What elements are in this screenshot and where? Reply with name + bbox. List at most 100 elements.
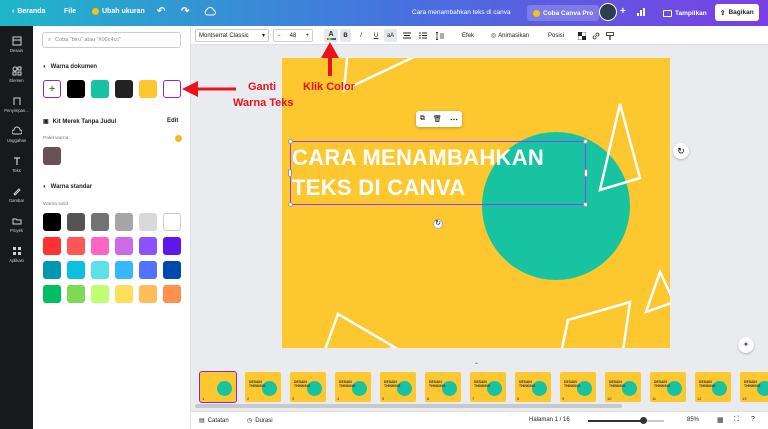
more-icon[interactable]: ⋯ xyxy=(450,115,458,124)
refresh-icon[interactable]: ↻ xyxy=(673,143,689,159)
color-swatch[interactable] xyxy=(139,213,157,231)
color-swatch[interactable] xyxy=(139,80,157,98)
assistant-icon[interactable]: ✦ xyxy=(738,337,754,353)
rail-item-brand[interactable]: Penyimpan... xyxy=(0,96,33,113)
page-thumbnail[interactable]: DESAIN THINKING 11 xyxy=(650,372,686,402)
undo-icon[interactable]: ↶ xyxy=(157,6,165,17)
duplicate-icon[interactable]: ⧉ xyxy=(420,115,425,123)
case-button[interactable]: aA xyxy=(384,29,397,42)
home-button[interactable]: ‹ Beranda xyxy=(12,8,45,15)
color-swatch[interactable] xyxy=(163,80,181,98)
white-triangle[interactable] xyxy=(560,300,632,348)
zoom-slider[interactable] xyxy=(588,417,664,424)
color-swatch[interactable] xyxy=(67,237,85,255)
document-title[interactable]: Cara menambahkan teks di canva xyxy=(412,9,511,16)
page-thumbnail[interactable]: DESAIN THINKING 5 xyxy=(380,372,416,402)
italic-button[interactable]: I xyxy=(356,29,366,42)
rail-item-elements[interactable]: Elemen xyxy=(0,66,33,83)
page-thumbnail[interactable]: DESAIN THINKING 4 xyxy=(335,372,371,402)
position-button[interactable]: Posisi xyxy=(545,29,567,42)
cloud-icon[interactable] xyxy=(204,7,216,16)
rail-item-projects[interactable]: Proyek xyxy=(0,216,33,233)
resize-handle[interactable] xyxy=(288,139,293,144)
effects-button[interactable]: Efek xyxy=(457,29,479,42)
text-color-button[interactable]: A xyxy=(324,29,338,42)
rail-item-draw[interactable]: Gambar xyxy=(0,186,33,203)
color-swatch[interactable] xyxy=(67,261,85,279)
underline-button[interactable]: U xyxy=(371,29,381,42)
share-button[interactable]: ⇪ Bagikan xyxy=(715,4,759,21)
brand-palette-swatch[interactable] xyxy=(43,147,61,165)
resize-handle[interactable] xyxy=(583,202,588,207)
color-swatch[interactable] xyxy=(67,213,85,231)
notes-button[interactable]: ▤ Catatan xyxy=(199,417,229,425)
color-swatch[interactable] xyxy=(91,213,109,231)
animate-button[interactable]: ◎ Animasikan xyxy=(485,29,535,42)
color-swatch[interactable] xyxy=(43,261,61,279)
page-thumbnail[interactable]: DESAIN THINKING 13 xyxy=(740,372,768,402)
page-indicator[interactable]: Halaman 1 / 16 xyxy=(529,417,570,423)
color-swatch[interactable] xyxy=(67,285,85,303)
color-swatch[interactable] xyxy=(163,261,181,279)
color-swatch[interactable] xyxy=(139,261,157,279)
color-swatch[interactable] xyxy=(115,261,133,279)
color-swatch[interactable] xyxy=(139,237,157,255)
grid-view-icon[interactable]: ▦ xyxy=(717,416,724,424)
color-search[interactable]: ⌕ Coba "biru" atau "#00c4cc" xyxy=(42,32,181,48)
color-swatch[interactable] xyxy=(139,285,157,303)
design-page[interactable]: CARA MENAMBAHKAN TEKS DI CANVA ↻ xyxy=(282,58,670,348)
chart-icon[interactable] xyxy=(636,7,646,17)
font-size-stepper[interactable]: − 48 + xyxy=(273,29,313,42)
page-thumbnail[interactable]: DESAIN THINKING 9 xyxy=(560,372,596,402)
redo-icon[interactable]: ↷ xyxy=(181,6,189,17)
page-thumbnail[interactable]: 1 xyxy=(199,371,237,403)
color-swatch[interactable] xyxy=(43,285,61,303)
transparency-icon[interactable] xyxy=(577,29,587,42)
color-swatch[interactable] xyxy=(115,237,133,255)
white-triangle[interactable] xyxy=(643,268,670,315)
page-thumbnail[interactable]: DESAIN THINKING 7 xyxy=(470,372,506,402)
add-color-button[interactable]: + xyxy=(43,80,61,98)
resize-button[interactable]: Ubah ukuran xyxy=(92,8,145,15)
file-menu[interactable]: File xyxy=(64,8,76,15)
color-swatch[interactable] xyxy=(91,237,109,255)
link-icon[interactable] xyxy=(591,29,601,42)
add-icon[interactable]: + xyxy=(620,6,626,17)
zoom-value[interactable]: 85% xyxy=(687,417,699,423)
page-thumbnail[interactable]: DESAIN THINKING 12 xyxy=(695,372,731,402)
filmstrip-scrollbar[interactable] xyxy=(195,404,622,408)
rotate-icon[interactable]: ↻ xyxy=(433,219,443,229)
resize-handle[interactable] xyxy=(288,202,293,207)
color-swatch[interactable] xyxy=(115,285,133,303)
color-swatch[interactable] xyxy=(115,80,133,98)
color-swatch[interactable] xyxy=(43,237,61,255)
duration-button[interactable]: ◷ Durasi xyxy=(247,417,273,425)
chevron-up-icon[interactable]: ⌃ xyxy=(474,362,479,369)
page-thumbnail[interactable]: DESAIN THINKING 2 xyxy=(245,372,281,402)
fullscreen-icon[interactable]: ⛶ xyxy=(734,416,739,424)
color-swatch[interactable] xyxy=(43,213,61,231)
rail-item-apps[interactable]: Aplikasi xyxy=(0,246,33,263)
color-swatch[interactable] xyxy=(67,80,85,98)
color-swatch[interactable] xyxy=(91,285,109,303)
bold-button[interactable]: B xyxy=(340,29,351,42)
page-thumbnail[interactable]: DESAIN THINKING 8 xyxy=(515,372,551,402)
format-painter-icon[interactable] xyxy=(605,29,615,42)
white-triangle[interactable] xyxy=(342,58,420,93)
resize-handle[interactable] xyxy=(288,169,292,177)
present-button[interactable]: Tampilkan xyxy=(658,5,712,21)
try-pro-button[interactable]: Coba Canva Pro xyxy=(527,5,600,21)
brand-edit-link[interactable]: Edit xyxy=(167,118,178,124)
color-swatch[interactable] xyxy=(91,261,109,279)
help-icon[interactable]: ? xyxy=(751,416,755,423)
decrease-size-button[interactable]: − xyxy=(277,33,281,39)
white-triangle[interactable] xyxy=(322,312,399,348)
page-thumbnail[interactable]: DESAIN THINKING 3 xyxy=(290,372,326,402)
color-swatch[interactable] xyxy=(115,213,133,231)
font-size-value[interactable]: 48 xyxy=(290,33,297,39)
rail-item-text[interactable]: Teks xyxy=(0,156,33,173)
increase-size-button[interactable]: + xyxy=(305,33,309,39)
font-select[interactable]: Montserrat Classic ▾ xyxy=(195,29,269,42)
resize-handle[interactable] xyxy=(583,139,588,144)
color-swatch[interactable] xyxy=(163,237,181,255)
